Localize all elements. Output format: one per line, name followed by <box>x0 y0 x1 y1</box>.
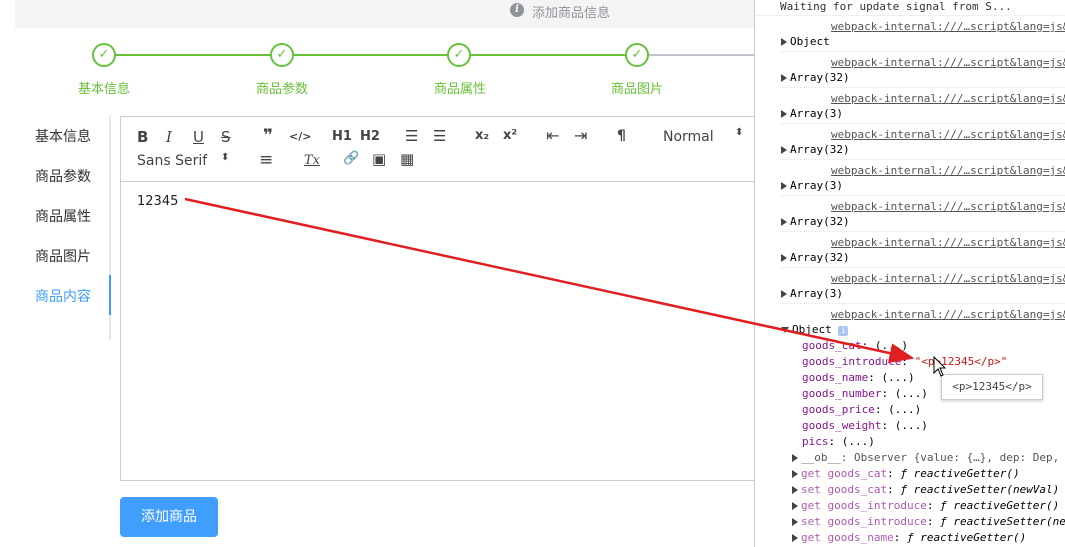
editor-toolbar: B I U S ❞ </> H1 H2 ☰ ☰ x₂ x² ⇤ ⇥ ¶ Norm… <box>121 117 754 182</box>
getter-row[interactable]: get goods_name: ƒ reactiveGetter() <box>792 531 1065 544</box>
step-4-label: 商品图片 <box>610 82 663 97</box>
tab-goods-params[interactable]: 商品参数 <box>0 166 108 186</box>
setter-row[interactable]: set goods_cat: ƒ reactiveSetter(newVal) <box>792 483 1065 496</box>
console-entry[interactable]: Array(32) <box>781 143 1065 160</box>
steps-remaining-line <box>648 54 754 56</box>
size-select[interactable]: Normal <box>663 129 714 145</box>
getter-row[interactable]: get goods_cat: ƒ reactiveGetter() <box>792 467 1065 480</box>
info-circle-icon: i <box>510 3 524 17</box>
expand-arrow-icon <box>781 74 787 82</box>
header-2-button[interactable]: H2 <box>360 129 380 144</box>
console-entry[interactable]: Array(3) <box>781 107 1065 124</box>
tab-active-indicator <box>109 275 111 315</box>
info-alert: i 添加商品信息 <box>15 0 754 28</box>
step-1-label: 基本信息 <box>77 82 130 97</box>
tab-goods-pics[interactable]: 商品图片 <box>0 246 108 266</box>
info-icon: i <box>838 326 849 336</box>
strike-button[interactable]: S <box>221 128 231 146</box>
expand-arrow-icon <box>781 290 787 298</box>
tab-goods-content[interactable]: 商品内容 <box>0 286 108 306</box>
console-source-link[interactable]: webpack-internal:///…script&lang=js& <box>831 20 1065 33</box>
step-2-label: 商品参数 <box>255 82 308 97</box>
expand-arrow-icon <box>792 502 798 510</box>
console-source-link[interactable]: webpack-internal:///…script&lang=js& <box>831 56 1065 69</box>
prop-row: goods_cat: (...) <box>802 339 908 352</box>
main-panel: i 添加商品信息 ✓ ✓ ✓ ✓ 基本信息 商品参数 商品属性 商品图片 基本信… <box>0 0 754 547</box>
alert-text: 添加商品信息 <box>532 6 611 21</box>
expand-arrow-icon <box>781 110 787 118</box>
console-entry[interactable]: Array(32) <box>781 71 1065 88</box>
header-1-button[interactable]: H1 <box>332 129 352 144</box>
console-entry[interactable]: Array(32) <box>781 251 1065 268</box>
expand-arrow-icon <box>792 534 798 542</box>
expand-arrow-icon <box>792 470 798 478</box>
video-icon[interactable]: ▦ <box>400 150 414 168</box>
font-select[interactable]: Sans Serif <box>137 153 207 169</box>
console-source-link[interactable]: webpack-internal:///…script&lang=js& <box>831 200 1065 213</box>
align-icon[interactable]: ≡ <box>259 150 273 170</box>
console-source-link[interactable]: webpack-internal:///…script&lang=js& <box>831 128 1065 141</box>
italic-button[interactable]: I <box>166 128 172 146</box>
expand-arrow-icon <box>781 254 787 262</box>
console-source-link[interactable]: webpack-internal:///…script&lang=js& <box>831 92 1065 105</box>
console-entry[interactable]: Array(3) <box>781 179 1065 196</box>
code-block-button[interactable]: </> <box>289 130 311 143</box>
console-source-link[interactable]: webpack-internal:///…script&lang=js& <box>831 236 1065 249</box>
text-direction-icon[interactable]: ¶ <box>617 128 626 144</box>
console-divider <box>755 14 1065 16</box>
prop-row: goods_weight: (...) <box>802 419 928 432</box>
link-icon[interactable]: 🔗 <box>343 151 359 166</box>
value-tooltip: <p>12345</p> <box>941 374 1043 400</box>
step-3-label: 商品属性 <box>433 82 486 97</box>
console-entry[interactable]: Object <box>781 35 1065 52</box>
console-entry[interactable]: Array(3) <box>781 287 1065 304</box>
expand-arrow-icon <box>792 454 798 462</box>
clean-format-icon[interactable]: Tx <box>304 153 320 168</box>
console-entry[interactable]: Array(32) <box>781 215 1065 232</box>
subscript-button[interactable]: x₂ <box>475 128 489 143</box>
expand-arrow-icon <box>781 218 787 226</box>
prop-row: pics: (...) <box>802 435 875 448</box>
console-source-link[interactable]: webpack-internal:///…script&lang=js& <box>831 308 1065 321</box>
mouse-cursor-icon <box>933 356 947 377</box>
expand-arrow-icon <box>792 518 798 526</box>
tab-goods-attrs[interactable]: 商品属性 <box>0 206 108 226</box>
devtools-console: Waiting for update signal from S... webp… <box>754 0 1065 547</box>
step-3-check-icon: ✓ <box>447 43 471 67</box>
console-source-link[interactable]: webpack-internal:///…script&lang=js& <box>831 272 1065 285</box>
prop-row: goods_price: (...) <box>802 403 922 416</box>
expand-arrow-icon <box>781 146 787 154</box>
steps-progress-line <box>104 54 638 56</box>
image-icon[interactable]: ▣ <box>372 150 386 168</box>
bold-button[interactable]: B <box>137 128 148 146</box>
step-2-check-icon: ✓ <box>270 43 294 67</box>
getter-row[interactable]: get goods_introduce: ƒ reactiveGetter() <box>792 499 1065 512</box>
superscript-button[interactable]: x² <box>503 128 517 143</box>
expand-arrow-icon <box>781 182 787 190</box>
observer-row[interactable]: __ob__: Observer {value: {…}, dep: Dep, <box>792 451 1065 464</box>
setter-row[interactable]: set goods_introduce: ƒ reactiveSetter(ne <box>792 515 1065 528</box>
tab-basic-info[interactable]: 基本信息 <box>0 126 108 146</box>
add-goods-button[interactable]: 添加商品 <box>120 497 218 537</box>
rich-text-editor[interactable]: B I U S ❞ </> H1 H2 ☰ ☰ x₂ x² ⇤ ⇥ ¶ Norm… <box>120 116 754 481</box>
size-select-chevron-icon: ⬍ <box>735 127 744 138</box>
collapse-arrow-icon <box>781 327 789 333</box>
step-1-check-icon: ✓ <box>92 43 116 67</box>
font-select-chevron-icon: ⬍ <box>221 152 230 163</box>
blockquote-button[interactable]: ❞ <box>263 126 273 146</box>
indent-icon[interactable]: ⇥ <box>574 126 587 145</box>
ordered-list-icon[interactable]: ☰ <box>405 127 418 145</box>
console-status-text: Waiting for update signal from S... <box>780 0 1012 13</box>
console-expanded-entry[interactable]: Object i <box>781 323 1065 336</box>
editor-content[interactable]: 12345 <box>137 194 178 209</box>
outdent-icon[interactable]: ⇤ <box>546 126 559 145</box>
underline-button[interactable]: U <box>193 128 204 146</box>
expand-arrow-icon <box>781 38 787 46</box>
bullet-list-icon[interactable]: ☰ <box>433 127 446 145</box>
expand-arrow-icon <box>792 486 798 494</box>
step-4-check-icon: ✓ <box>625 43 649 67</box>
console-source-link[interactable]: webpack-internal:///…script&lang=js& <box>831 164 1065 177</box>
